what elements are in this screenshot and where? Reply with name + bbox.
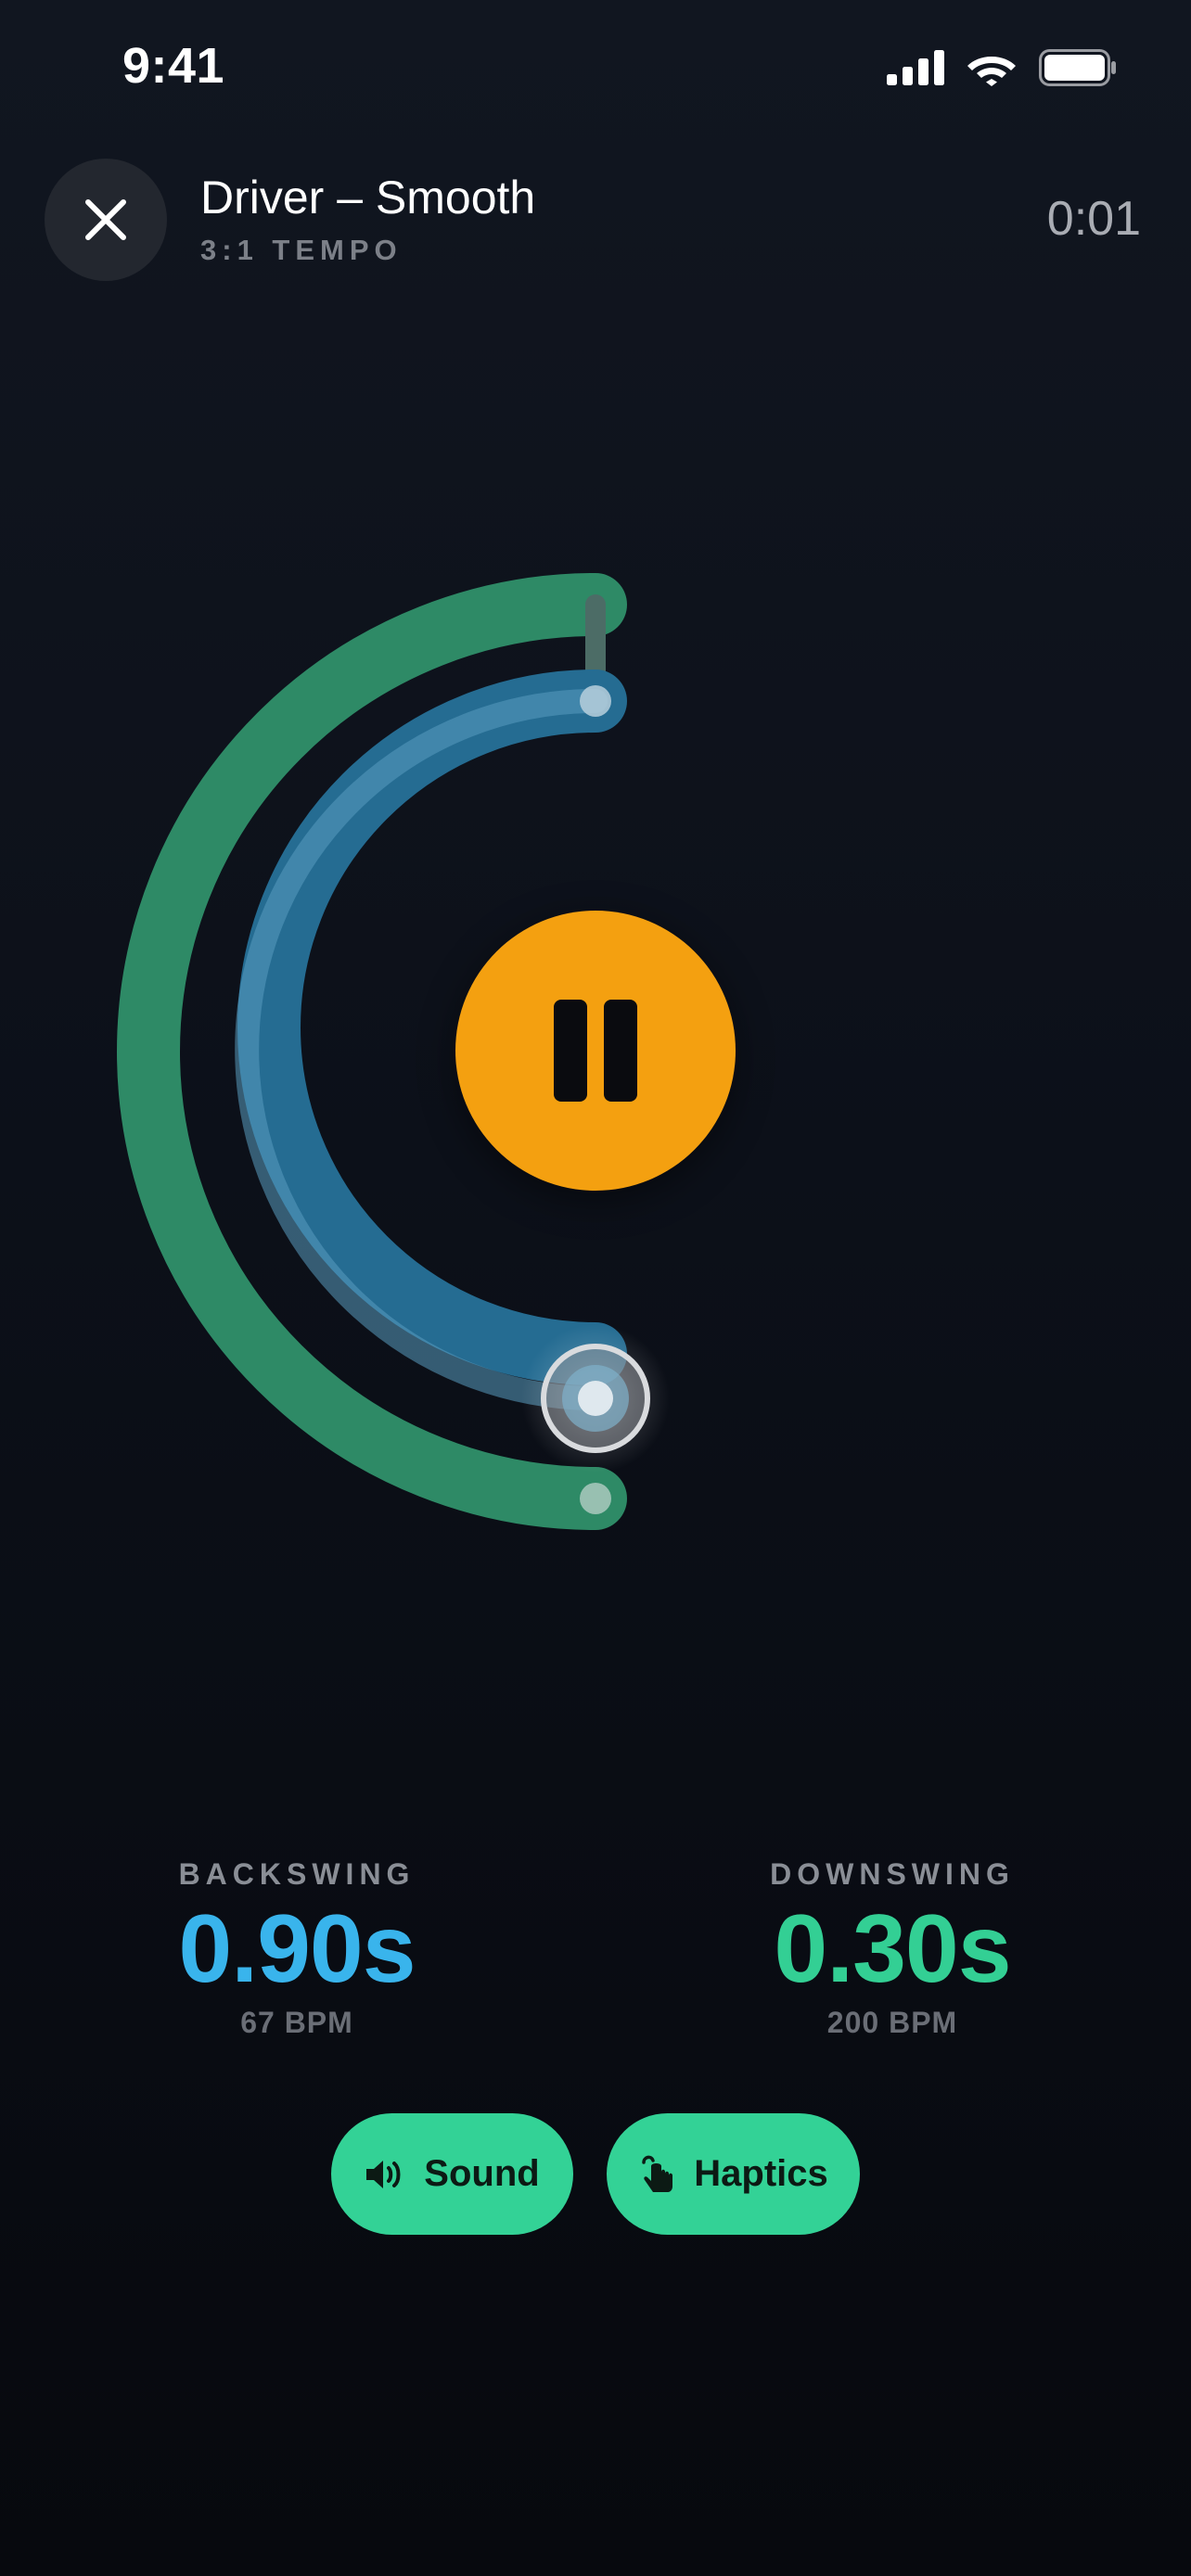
swing-position-marker [521,1324,670,1473]
close-button[interactable] [45,159,167,281]
pause-button[interactable] [455,911,736,1191]
sound-label: Sound [424,2153,540,2194]
backswing-bpm: 67 BPM [240,2006,353,2040]
backswing-stat: BACKSWING 0.90s 67 BPM [111,1857,482,2040]
tempo-trainer-screen: 9:41 Driver – Smooth 3:1 TEMPO 0:01 BACK… [0,0,1191,2576]
haptics-label: Haptics [694,2153,828,2194]
speaker-icon [366,2160,401,2188]
haptics-toggle[interactable]: Haptics [607,2113,860,2235]
status-icons [887,45,1117,91]
pause-icon-bar [604,1000,637,1102]
haptic-hand-icon [642,2155,673,2192]
downswing-bpm: 200 BPM [826,2006,958,2040]
backswing-label: BACKSWING [178,1857,416,1891]
downswing-value: 0.30s [774,1895,1011,2003]
downswing-stat: DOWNSWING 0.30s 200 BPM [707,1857,1078,2040]
tempo-ratio: 3:1 TEMPO [200,234,403,266]
inner-arc-start-dot [580,685,611,717]
status-time: 9:41 [122,38,225,94]
downswing-label: DOWNSWING [770,1857,1015,1891]
wifi-icon [967,57,1016,86]
sound-toggle[interactable]: Sound [331,2113,573,2235]
close-icon [85,199,126,240]
battery-icon [1039,49,1116,86]
cellular-signal-icon [887,50,944,85]
backswing-value: 0.90s [178,1895,416,2003]
session-title: Driver – Smooth [200,172,536,223]
outer-arc-end-dot [580,1483,611,1514]
pause-icon [554,1000,587,1102]
elapsed-timer: 0:01 [1046,192,1141,246]
